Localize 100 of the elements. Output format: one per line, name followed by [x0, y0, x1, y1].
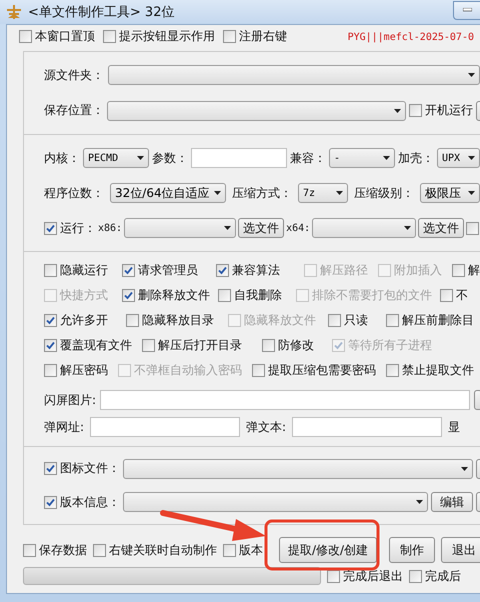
- dropdown[interactable]: 极限压: [420, 183, 480, 203]
- field-label: 弹网址:: [44, 418, 84, 436]
- checkbox[interactable]: [44, 222, 57, 234]
- checkbox[interactable]: [386, 314, 399, 326]
- checkbox[interactable]: [44, 496, 57, 509]
- checkbox[interactable]: [93, 544, 106, 556]
- field-label: x64:: [286, 222, 310, 234]
- checkbox[interactable]: [327, 570, 340, 582]
- dropdown[interactable]: [108, 65, 480, 86]
- checkbox-label: 隐藏释放文件: [244, 312, 316, 328]
- checkbox-label: 禁止提取文件: [402, 362, 474, 378]
- checkbox[interactable]: [466, 222, 480, 234]
- checkbox-label: 隐藏释放目录: [142, 312, 214, 328]
- checkbox-label: 开机运行: [425, 102, 473, 120]
- checkbox-label: 版本信息：: [60, 494, 120, 511]
- minimize-button[interactable]: [453, 0, 480, 20]
- checkbox-label: 覆盖现有文件: [60, 337, 132, 354]
- checkbox[interactable]: [23, 544, 36, 556]
- checkbox[interactable]: [409, 570, 422, 582]
- checkbox-label: 不: [456, 286, 468, 304]
- checkbox-label: 版本: [239, 542, 263, 558]
- field-label: 弹文本:: [246, 418, 286, 436]
- dropdown[interactable]: -: [329, 148, 395, 168]
- checkbox[interactable]: [386, 364, 399, 376]
- checkbox-label: 保存数据: [39, 542, 87, 558]
- dropdown[interactable]: 7z: [298, 183, 348, 203]
- checkbox-label: 完成后: [425, 568, 461, 584]
- dropdown-arrow-icon: [383, 156, 390, 160]
- action-button[interactable]: 制作: [389, 537, 436, 563]
- checkbox-label: 排除不需要打包的文件: [312, 286, 432, 304]
- browse-button[interactable]: 选文件: [238, 218, 284, 238]
- dropdown[interactable]: [123, 492, 428, 512]
- checkbox[interactable]: [44, 264, 57, 276]
- checkbox[interactable]: [216, 264, 229, 277]
- checkbox-label: 快捷方式: [60, 286, 108, 304]
- checkbox[interactable]: [252, 364, 265, 376]
- checkbox[interactable]: [142, 338, 155, 352]
- action-button[interactable]: 提取/修改/创建: [279, 537, 378, 563]
- dropdown[interactable]: PECMD: [83, 148, 149, 168]
- checkbox-label: 完成后退出: [343, 568, 403, 584]
- browse-button[interactable]: 选文件: [418, 218, 464, 238]
- minimize-icon: [462, 8, 472, 12]
- checkbox[interactable]: [223, 30, 236, 43]
- checkbox[interactable]: [44, 314, 57, 327]
- checkbox[interactable]: [452, 264, 465, 276]
- dropdown[interactable]: [312, 218, 416, 238]
- checkbox-label: 隐藏运行: [60, 262, 108, 278]
- dropdown[interactable]: 32位/64位自适应: [110, 183, 226, 203]
- edit-button[interactable]: 编辑: [431, 492, 473, 512]
- checkbox[interactable]: [19, 30, 32, 43]
- dropdown[interactable]: [123, 458, 473, 479]
- popup-url-field[interactable]: [90, 417, 240, 437]
- field-label: 程序位数：: [44, 184, 104, 202]
- checkbox[interactable]: [223, 544, 236, 556]
- checkbox[interactable]: [122, 264, 135, 277]
- checkbox[interactable]: [262, 338, 275, 352]
- dropdown-arrow-icon: [468, 156, 475, 160]
- checkbox[interactable]: [440, 288, 453, 302]
- checkbox-label: 附加插入: [394, 262, 442, 278]
- license-text: PYG|||mefcl-2025-07-0: [348, 32, 474, 42]
- checkbox-label: 兼容算法: [232, 262, 280, 279]
- checkbox-label: 图标文件：: [60, 460, 120, 478]
- checkbox-label: 自我删除: [234, 286, 282, 304]
- checkbox-label: 解: [468, 262, 480, 278]
- dropdown-arrow-icon: [468, 73, 475, 78]
- splash-image-field[interactable]: [100, 390, 470, 410]
- dropdown-arrow-icon: [461, 466, 468, 471]
- checkbox[interactable]: [44, 339, 57, 352]
- checkbox[interactable]: [409, 104, 422, 118]
- checkbox[interactable]: [328, 314, 341, 326]
- checkbox-label: 提取压缩包需要密码: [268, 362, 376, 378]
- checkbox[interactable]: [44, 364, 57, 376]
- app-icon: [6, 4, 22, 20]
- params-field[interactable]: [191, 148, 287, 168]
- field-label: 加壳：: [398, 150, 434, 166]
- action-button[interactable]: 退出: [441, 537, 480, 563]
- checkbox-label: 解压前删除目: [402, 312, 474, 328]
- checkbox-label: 解压后打开目录: [158, 336, 242, 354]
- checkbox[interactable]: [218, 288, 231, 302]
- dropdown[interactable]: [124, 218, 236, 238]
- checkbox-label: 本窗口置顶: [35, 28, 95, 45]
- checkbox-label: 注册右键: [239, 28, 287, 45]
- checkbox[interactable]: [103, 30, 116, 43]
- popup-text-field[interactable]: [292, 417, 442, 437]
- checkbox-label: 允许多开: [60, 312, 108, 329]
- small-button[interactable]: [474, 390, 480, 410]
- dropdown-arrow-icon: [394, 108, 401, 113]
- checkbox-label: 防修改: [278, 336, 314, 354]
- checkbox[interactable]: [126, 314, 139, 326]
- dropdown-arrow-icon: [404, 226, 412, 230]
- checkbox[interactable]: [122, 289, 135, 302]
- checkbox-label: 不弹框自动输入密码: [134, 362, 242, 378]
- dropdown[interactable]: [107, 100, 406, 121]
- dropdown[interactable]: UPX: [437, 148, 480, 168]
- field-label: 源文件夹：: [44, 66, 104, 84]
- checkbox-label: 解压路径: [320, 262, 368, 278]
- checkbox-label: 运行：: [60, 220, 96, 236]
- checkbox[interactable]: [44, 462, 57, 476]
- checkbox-label: 删除释放文件: [138, 287, 210, 304]
- checkbox-label: 右键关联时自动制作: [109, 542, 217, 558]
